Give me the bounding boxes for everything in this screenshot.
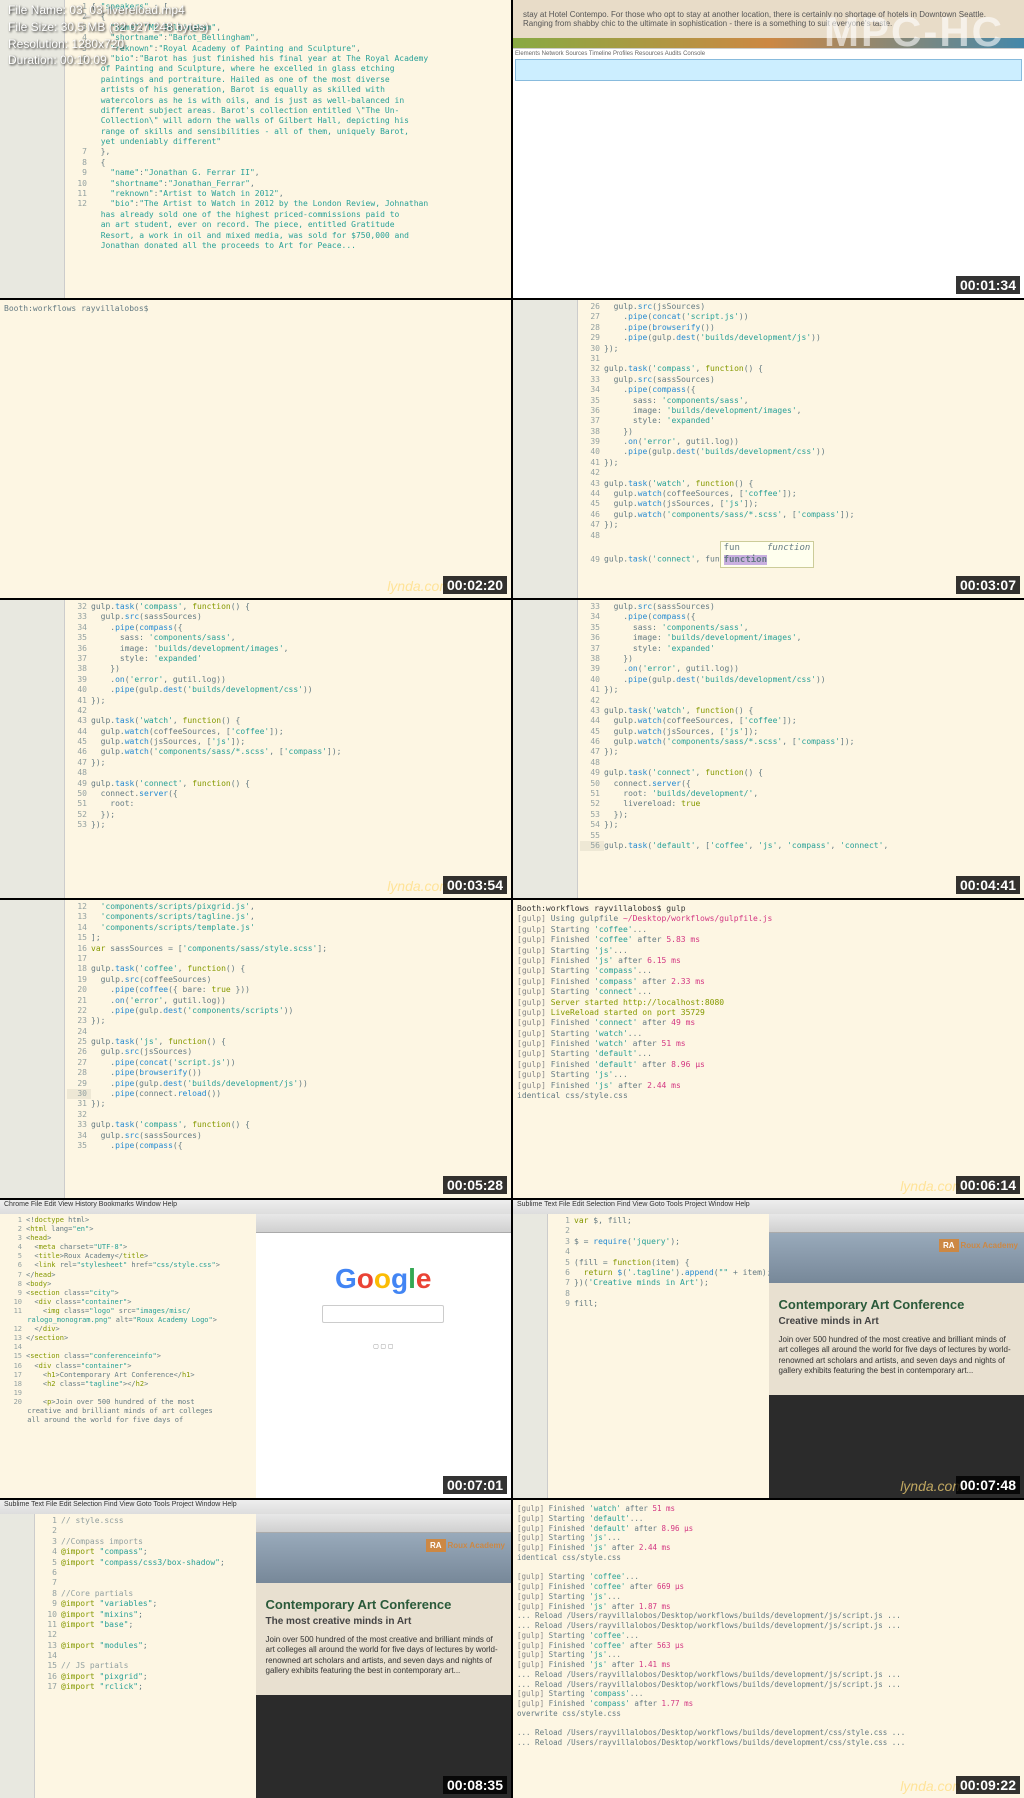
timestamp: 00:04:41: [956, 876, 1020, 894]
macos-menubar[interactable]: Sublime Text File Edit Selection Find Vi…: [513, 1200, 1024, 1214]
code-editor[interactable]: 1var $, fill; 2 3$ = require('jquery'); …: [548, 1214, 769, 1498]
filename-label: File Name:: [8, 3, 66, 17]
thumbnail-4: 26 gulp.src(jsSources) 27 .pipe(concat('…: [513, 300, 1024, 598]
browser-chrome[interactable]: [769, 1214, 1024, 1233]
page-heading: Contemporary Art Conference: [266, 1597, 502, 1612]
hero-image: RA Roux Academy: [769, 1233, 1024, 1283]
timestamp: 00:08:35: [443, 1776, 507, 1794]
timestamp: 00:06:14: [956, 1176, 1020, 1194]
filename: 03_03-livereload.mp4: [69, 3, 184, 17]
thumbnail-5: 32gulp.task('compass', function() { 33 g…: [0, 600, 511, 898]
timestamp: 00:02:20: [443, 576, 507, 594]
code-editor[interactable]: 12 'components/scripts/pixgrid.js', 13 '…: [65, 900, 511, 1198]
page-tagline: Creative minds in Art: [779, 1316, 1015, 1327]
timestamp: 00:01:34: [956, 276, 1020, 294]
brand-watermark: lynda.com: [900, 1178, 964, 1194]
devtools-highlight[interactable]: [515, 59, 1022, 81]
timestamp: 00:03:54: [443, 876, 507, 894]
editor-sidebar[interactable]: [513, 300, 578, 598]
terminal[interactable]: [gulp] Finished 'watch' after 51 ms [gul…: [513, 1500, 1024, 1798]
player-watermark: MPC-HC: [824, 8, 1004, 56]
google-homepage: Google ▢ ▢ ▢: [256, 1233, 512, 1350]
editor-sidebar[interactable]: [513, 1214, 548, 1498]
code-editor[interactable]: 33 gulp.src(sassSources) 34 .pipe(compas…: [578, 600, 1024, 898]
code-editor[interactable]: 1<!doctype html> 2<html lang="en"> 3<hea…: [0, 1214, 256, 1498]
thumbnail-6: 33 gulp.src(sassSources) 34 .pipe(compas…: [513, 600, 1024, 898]
thumbnail-12: [gulp] Finished 'watch' after 51 ms [gul…: [513, 1500, 1024, 1798]
editor-sidebar[interactable]: [0, 600, 65, 898]
terminal[interactable]: Booth:workflows rayvillalobos$: [0, 300, 511, 598]
thumbnail-grid: 1{ "speakers" : [ 2 { 3 "name":"Mr Belli…: [0, 0, 1024, 1798]
editor-sidebar[interactable]: [0, 900, 65, 1198]
browser-chrome[interactable]: [256, 1514, 512, 1533]
browser-chrome[interactable]: [256, 1214, 512, 1233]
timestamp: 00:03:07: [956, 576, 1020, 594]
duration: 00:10:09: [60, 53, 107, 67]
terminal-prompt: Booth:workflows rayvillalobos$: [4, 304, 149, 313]
resolution-label: Resolution:: [8, 37, 68, 51]
page-heading: Contemporary Art Conference: [779, 1297, 1015, 1312]
macos-menubar[interactable]: Chrome File Edit View History Bookmarks …: [0, 1200, 511, 1214]
site-name: Roux Academy: [961, 1241, 1019, 1250]
editor-sidebar[interactable]: [0, 1514, 35, 1798]
terminal[interactable]: Booth:workflows rayvillalobos$ gulp [gul…: [513, 900, 1024, 1198]
page-body: Join over 500 hundred of the most creati…: [779, 1335, 1015, 1377]
code-editor[interactable]: 26 gulp.src(jsSources) 27 .pipe(concat('…: [578, 300, 1024, 598]
google-footer: ▢ ▢ ▢: [256, 1343, 512, 1350]
thumbnail-10: Sublime Text File Edit Selection Find Vi…: [513, 1200, 1024, 1498]
thumbnail-8: Booth:workflows rayvillalobos$ gulp [gul…: [513, 900, 1024, 1198]
file-info-overlay: File Name: 03_03-livereload.mp4 File Siz…: [8, 2, 209, 69]
timestamp: 00:07:48: [956, 1476, 1020, 1494]
thumbnail-9: Chrome File Edit View History Bookmarks …: [0, 1200, 511, 1498]
thumbnail-7: 12 'components/scripts/pixgrid.js', 13 '…: [0, 900, 511, 1198]
site-logo: RA: [426, 1539, 446, 1552]
duration-label: Duration:: [8, 53, 57, 67]
page-body: Join over 500 hundred of the most creati…: [266, 1635, 502, 1677]
timestamp: 00:05:28: [443, 1176, 507, 1194]
filesize-label: File Size:: [8, 20, 57, 34]
hero-image: RA Roux Academy: [256, 1533, 512, 1583]
search-input[interactable]: [322, 1305, 444, 1323]
brand-watermark: lynda.com: [387, 578, 451, 594]
browser-window[interactable]: RA Roux Academy Contemporary Art Confere…: [769, 1214, 1024, 1498]
site-name: Roux Academy: [448, 1541, 506, 1550]
devtools-panel[interactable]: Elements Network Sources Timeline Profil…: [513, 48, 1024, 298]
filesize: 30,5 MB (32 027 248 bytes): [61, 20, 209, 34]
thumbnail-3: Booth:workflows rayvillalobos$ lynda.com…: [0, 300, 511, 598]
brand-watermark: lynda.com: [900, 1778, 964, 1794]
browser-window[interactable]: RA Roux Academy Contemporary Art Confere…: [256, 1514, 512, 1798]
timestamp: 00:09:22: [956, 1776, 1020, 1794]
code-editor[interactable]: 32gulp.task('compass', function() { 33 g…: [65, 600, 511, 898]
code-editor[interactable]: 1// style.scss 2 3//Compass imports 4@im…: [35, 1514, 256, 1798]
editor-sidebar[interactable]: [513, 600, 578, 898]
page-tagline: The most creative minds in Art: [266, 1616, 502, 1627]
macos-menubar[interactable]: Sublime Text File Edit Selection Find Vi…: [0, 1500, 511, 1514]
site-logo: RA: [939, 1239, 959, 1252]
brand-watermark: lynda.com: [900, 1478, 964, 1494]
google-logo: Google: [256, 1263, 512, 1295]
brand-watermark: lynda.com: [387, 878, 451, 894]
resolution: 1280x720: [71, 37, 124, 51]
browser-window[interactable]: Google ▢ ▢ ▢: [256, 1214, 512, 1498]
timestamp: 00:07:01: [443, 1476, 507, 1494]
autocomplete-tooltip[interactable]: fun functionfunction: [720, 541, 815, 568]
thumbnail-11: Sublime Text File Edit Selection Find Vi…: [0, 1500, 511, 1798]
